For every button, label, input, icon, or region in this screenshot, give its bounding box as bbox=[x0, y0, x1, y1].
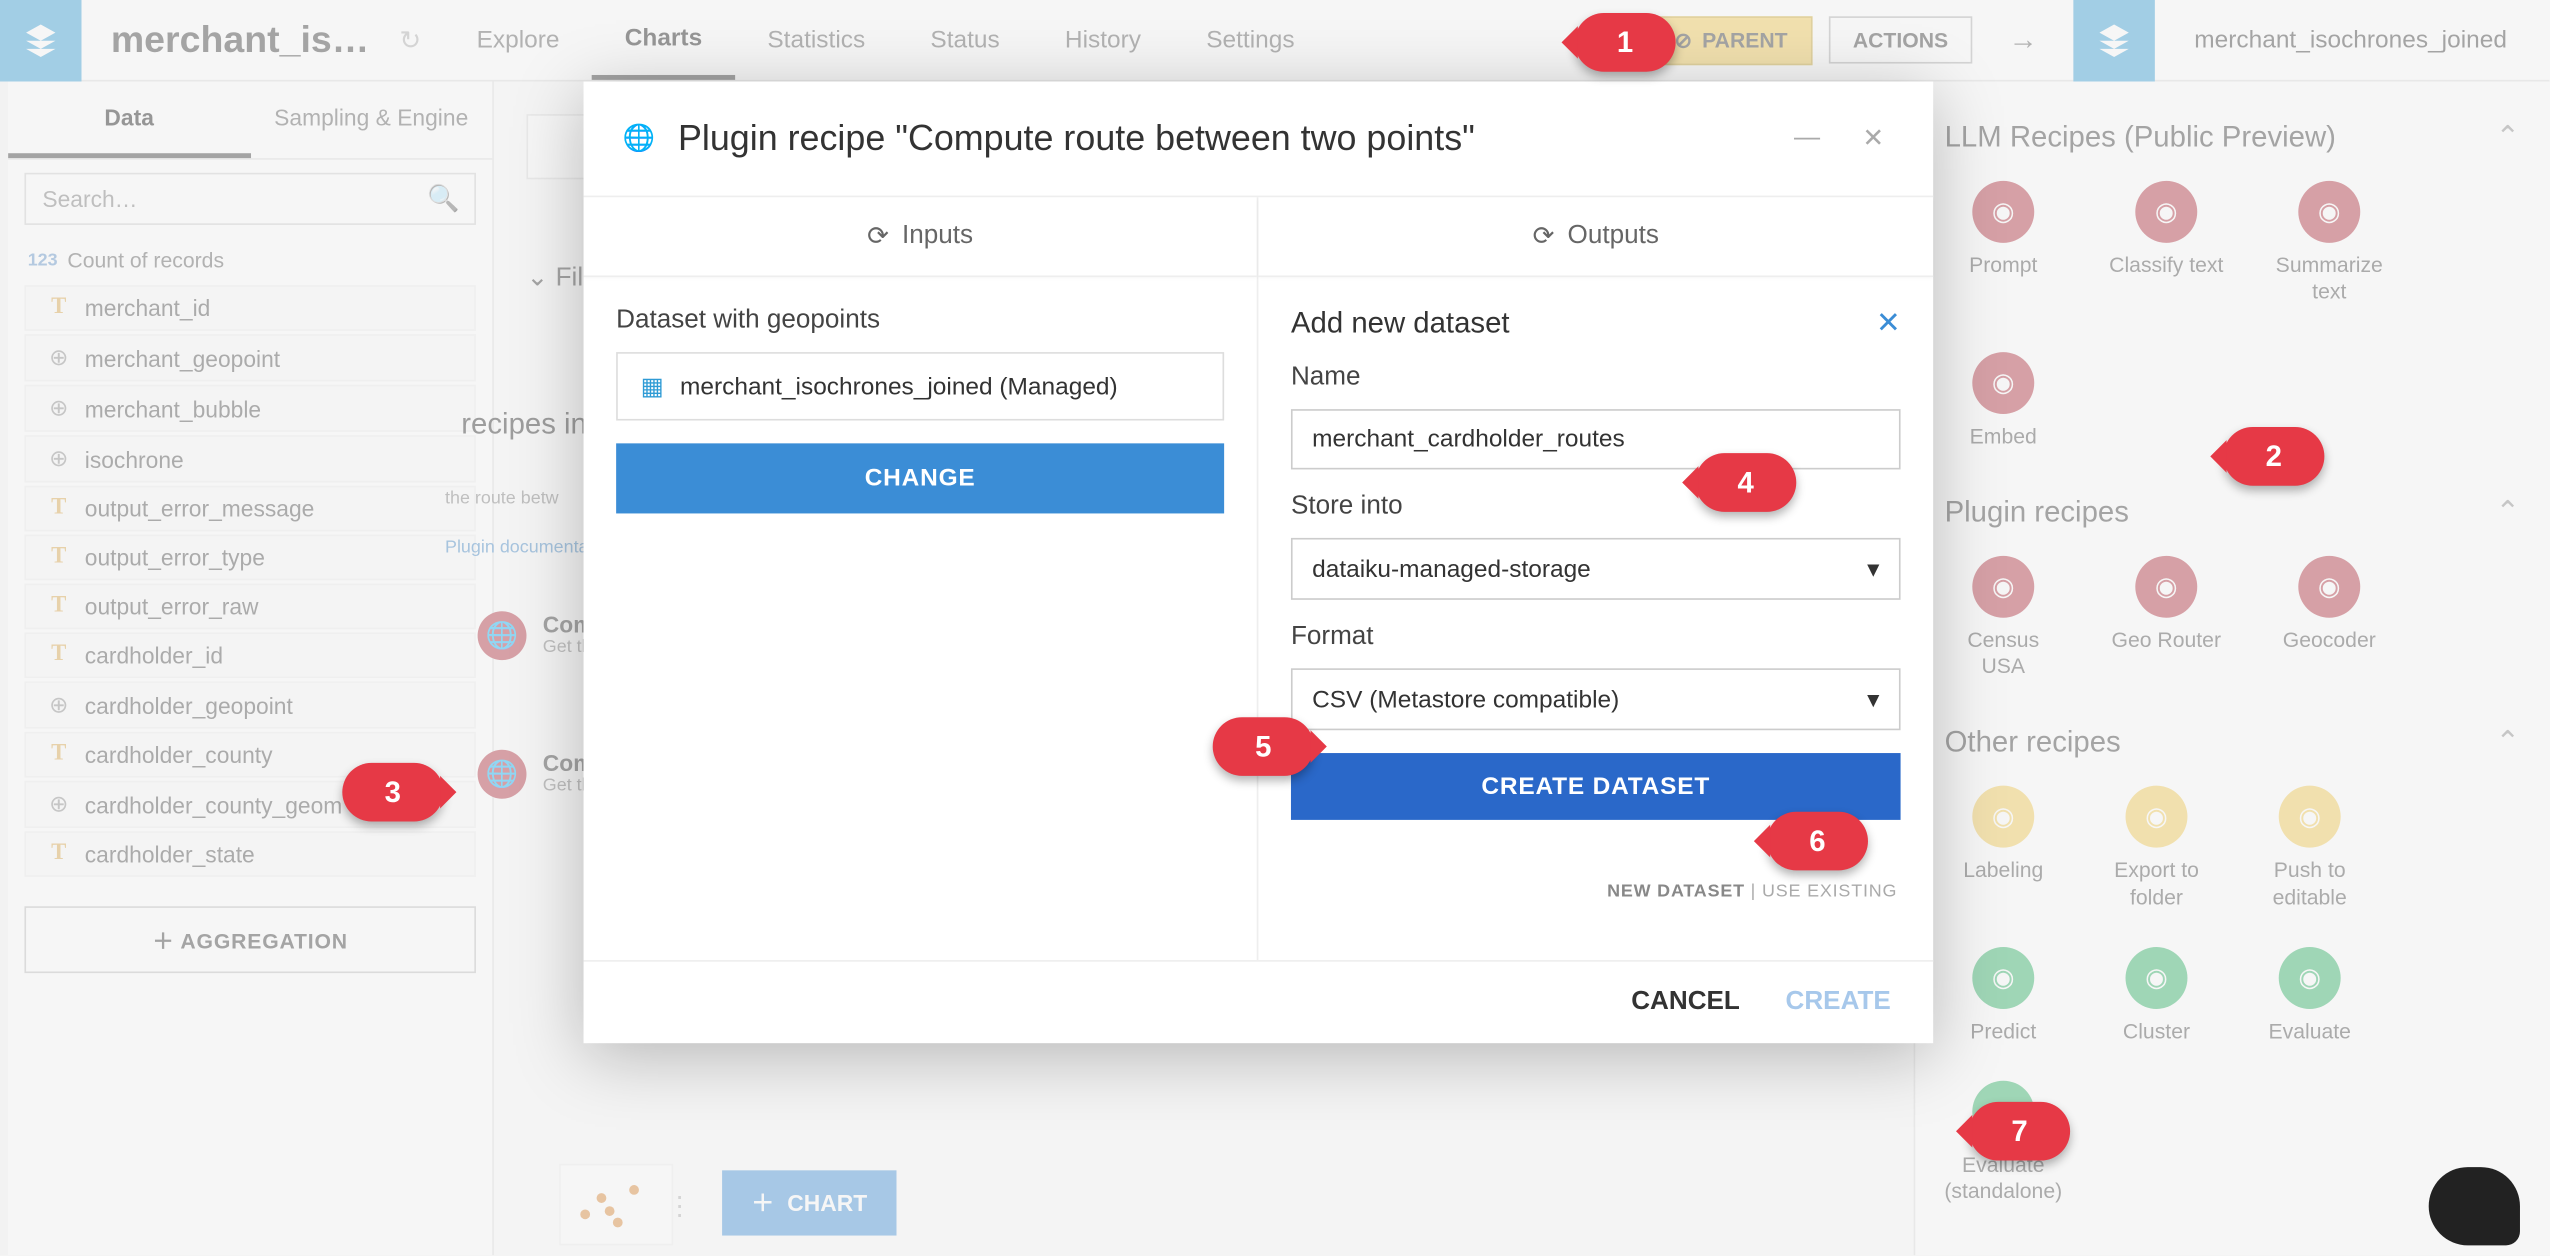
modal-title: Plugin recipe "Compute route between two… bbox=[678, 117, 1761, 159]
close-icon[interactable]: ✕ bbox=[1853, 122, 1894, 155]
arrow-in-icon: ⟳ bbox=[867, 220, 889, 253]
plugin-recipe-modal: 🌐 Plugin recipe "Compute route between t… bbox=[584, 82, 1934, 1044]
format-label: Format bbox=[1291, 623, 1901, 652]
dataset-geopoints-label: Dataset with geopoints bbox=[616, 306, 1224, 335]
callout-4: 4 bbox=[1695, 453, 1796, 512]
dataset-icon: ▦ bbox=[641, 372, 664, 401]
callout-5: 5 bbox=[1213, 717, 1314, 776]
callout-2: 2 bbox=[2223, 427, 2324, 486]
input-dataset-box[interactable]: ▦ merchant_isochrones_joined (Managed) bbox=[616, 352, 1224, 420]
outputs-heading: ⟳Outputs bbox=[1258, 197, 1933, 277]
dataset-name-input[interactable] bbox=[1291, 409, 1901, 469]
cancel-button[interactable]: CANCEL bbox=[1631, 988, 1740, 1017]
callout-6: 6 bbox=[1767, 812, 1868, 871]
inputs-heading: ⟳Inputs bbox=[584, 197, 1257, 277]
add-new-dataset-label: Add new dataset bbox=[1291, 306, 1510, 340]
caret-down-icon: ▾ bbox=[1867, 554, 1879, 583]
format-select[interactable]: CSV (Metastore compatible)▾ bbox=[1291, 668, 1901, 730]
callout-3: 3 bbox=[342, 763, 443, 822]
store-select[interactable]: dataiku-managed-storage▾ bbox=[1291, 538, 1901, 600]
change-button[interactable]: CHANGE bbox=[616, 443, 1224, 513]
arrow-out-icon: ⟳ bbox=[1533, 220, 1555, 253]
name-label: Name bbox=[1291, 363, 1901, 392]
globe-icon: 🌐 bbox=[623, 122, 655, 155]
caret-down-icon: ▾ bbox=[1867, 685, 1879, 714]
callout-1: 1 bbox=[1575, 13, 1676, 72]
create-dataset-button[interactable]: CREATE DATASET bbox=[1291, 753, 1901, 820]
minimize-icon[interactable]: — bbox=[1784, 124, 1830, 153]
create-button[interactable]: CREATE bbox=[1786, 988, 1891, 1017]
chat-fab[interactable] bbox=[2429, 1167, 2520, 1245]
store-label: Store into bbox=[1291, 492, 1901, 521]
close-add-icon[interactable]: ✕ bbox=[1876, 306, 1901, 340]
callout-7: 7 bbox=[1969, 1102, 2070, 1161]
